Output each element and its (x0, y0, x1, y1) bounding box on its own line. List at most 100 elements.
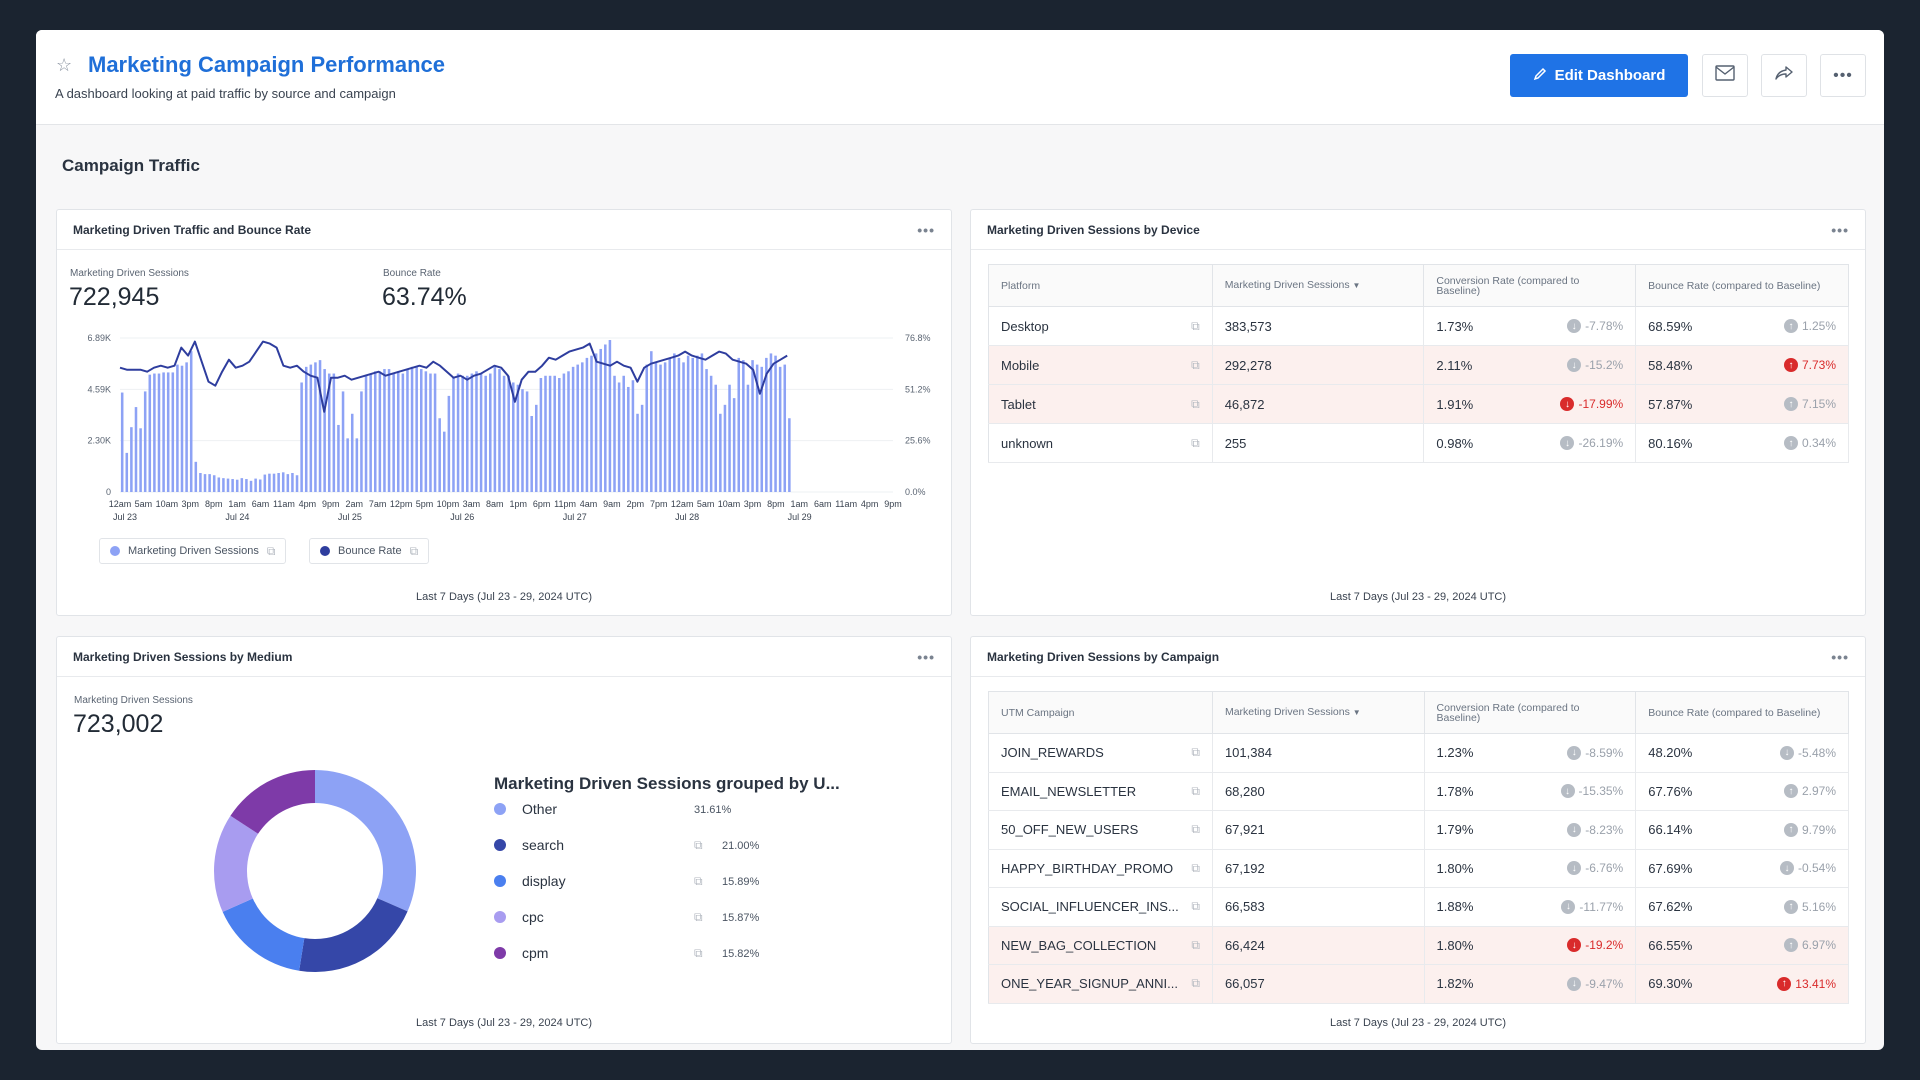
drill-icon[interactable]: ⧉ (1191, 976, 1200, 991)
date-tick-label: Jul 29 (788, 512, 812, 522)
bar-sessions (516, 384, 520, 492)
row-name: Desktop (1001, 318, 1049, 334)
x-tick-label: 1am (791, 499, 809, 509)
column-header[interactable]: UTM Campaign (988, 691, 1213, 734)
donut-legend-item[interactable]: cpm (494, 945, 548, 961)
sort-desc-icon[interactable]: ▼ (1353, 281, 1361, 290)
column-header[interactable]: Marketing Driven Sessions ▼ (1212, 691, 1425, 734)
drill-icon[interactable]: ⧉ (1191, 861, 1200, 876)
share-button[interactable] (1761, 54, 1807, 97)
table-header-row: UTM Campaign Marketing Driven Sessions ▼ C… (988, 691, 1849, 734)
down-arrow-icon: ↓ (1560, 397, 1575, 411)
bar-sessions (627, 386, 630, 492)
table-row[interactable]: NEW_BAG_COLLECTION ⧉ 66,424 1.80% ↓ -19.2% … (988, 926, 1849, 965)
bar-sessions (475, 371, 478, 492)
drill-icon[interactable]: ⧉ (1191, 784, 1200, 799)
donut-slice-display[interactable] (222, 898, 305, 971)
bar-sessions (571, 366, 575, 492)
bar-sessions (139, 428, 142, 492)
pencil-icon (1533, 67, 1547, 85)
table-row[interactable]: Mobile ⧉ 292,278 2.11% ↓ -15.2% 58.48% ↑ 7.73… (988, 345, 1849, 385)
bar-sessions (769, 353, 773, 492)
bar-sessions (604, 344, 607, 492)
row-name: Tablet (1001, 396, 1036, 412)
card-menu-icon[interactable]: ••• (917, 222, 935, 238)
drill-icon[interactable]: ⧉ (694, 838, 703, 853)
donut-slice-cpc[interactable] (214, 815, 259, 912)
column-header[interactable]: Bounce Rate (compared to Baseline) (1635, 691, 1849, 734)
bounce-delta: ↓ -5.48% (1779, 745, 1836, 760)
column-header[interactable]: Platform (988, 264, 1213, 307)
column-header[interactable]: Conversion Rate (compared to Baseline) (1423, 264, 1637, 307)
conversion-delta: ↓ -8.23% (1567, 822, 1623, 837)
campaign-card: Marketing Driven Sessions by Campaign ••… (970, 636, 1866, 1044)
star-icon[interactable]: ☆ (56, 55, 72, 76)
drill-icon[interactable]: ⧉ (1191, 319, 1200, 334)
x-tick-label: 5am (135, 499, 153, 509)
x-tick-label: 12am (671, 499, 694, 509)
column-header[interactable]: Conversion Rate (compared to Baseline) (1424, 691, 1637, 734)
donut-slice-Other[interactable] (315, 770, 416, 912)
table-row[interactable]: 50_OFF_NEW_USERS ⧉ 67,921 1.79% ↓ -8.23% 66… (988, 810, 1849, 850)
more-options-button[interactable]: ••• (1820, 54, 1866, 97)
bar-sessions (489, 373, 492, 492)
drill-icon[interactable]: ⧉ (410, 544, 419, 559)
bar-sessions (254, 478, 257, 492)
bar-sessions (581, 362, 584, 492)
table-row[interactable]: SOCIAL_INFLUENCER_INS... ⧉ 66,583 1.88% ↓ -… (988, 887, 1849, 927)
device-table: Platform Marketing Driven Sessions ▼ Conve… (988, 264, 1849, 463)
column-header[interactable]: Bounce Rate (compared to Baseline) (1635, 264, 1849, 307)
drill-icon[interactable]: ⧉ (1191, 745, 1200, 760)
card-menu-icon[interactable]: ••• (1831, 649, 1849, 665)
bar-sessions (585, 357, 589, 492)
drill-icon[interactable]: ⧉ (1191, 358, 1200, 373)
donut-legend-item[interactable]: cpc (494, 909, 544, 925)
drill-icon[interactable]: ⧉ (694, 946, 703, 961)
kpi-sessions-value: 722,945 (69, 283, 160, 311)
bar-sessions (479, 373, 483, 492)
donut-legend-item[interactable]: display (494, 873, 566, 889)
conversion-delta: ↓ -17.99% (1560, 397, 1623, 411)
drill-icon[interactable]: ⧉ (1191, 822, 1200, 837)
drill-icon[interactable]: ⧉ (1191, 899, 1200, 914)
down-arrow-icon: ↓ (1567, 319, 1582, 333)
drill-icon[interactable]: ⧉ (267, 544, 276, 559)
bounce-delta: ↑ 0.34% (1783, 436, 1836, 450)
email-button[interactable] (1702, 54, 1748, 97)
donut-slice-search[interactable] (299, 898, 408, 972)
sessions-cell: 46,872 (1212, 384, 1425, 424)
donut-legend-item[interactable]: search (494, 837, 564, 853)
sort-desc-icon[interactable]: ▼ (1353, 708, 1361, 717)
drill-icon[interactable]: ⧉ (694, 910, 703, 925)
bar-sessions (369, 373, 372, 492)
drill-icon[interactable]: ⧉ (694, 874, 703, 889)
bar-sessions (295, 475, 299, 492)
x-tick-label: 12am (109, 499, 132, 509)
table-row[interactable]: Tablet ⧉ 46,872 1.91% ↓ -17.99% 57.87% ↑ 7.15… (988, 384, 1849, 424)
donut-legend-item[interactable]: Other (494, 801, 557, 817)
x-tick-label: 8pm (767, 499, 785, 509)
card-menu-icon[interactable]: ••• (1831, 222, 1849, 238)
table-row[interactable]: Desktop ⧉ 383,573 1.73% ↓ -7.78% 68.59% ↑ 1.2… (988, 306, 1849, 346)
drill-icon[interactable]: ⧉ (1191, 397, 1200, 412)
table-row[interactable]: EMAIL_NEWSLETTER ⧉ 68,280 1.78% ↓ -15.35% 6… (988, 772, 1849, 811)
sessions-cell: 66,424 (1212, 926, 1425, 965)
bar-sessions (668, 357, 671, 492)
conversion-rate: 1.78% (1436, 783, 1474, 799)
column-header[interactable]: Marketing Driven Sessions ▼ (1212, 264, 1425, 307)
table-row[interactable]: HAPPY_BIRTHDAY_PROMO ⧉ 67,192 1.80% ↓ -6.76… (988, 849, 1849, 888)
drill-icon[interactable]: ⧉ (1191, 436, 1200, 451)
bar-sessions (263, 474, 267, 492)
bar-sessions (438, 418, 441, 492)
table-row[interactable]: unknown ⧉ 255 0.98% ↓ -26.19% 80.16% ↑ 0.34% (988, 423, 1849, 463)
legend-item-bounce[interactable]: Bounce Rate ⧉ (309, 538, 430, 564)
drill-icon[interactable]: ⧉ (1191, 938, 1200, 953)
bar-sessions (783, 364, 787, 492)
bar-sessions (143, 391, 147, 492)
table-row[interactable]: ONE_YEAR_SIGNUP_ANNI... ⧉ 66,057 1.82% ↓ -9… (988, 964, 1849, 1004)
card-menu-icon[interactable]: ••• (917, 649, 935, 665)
legend-item-sessions[interactable]: Marketing Driven Sessions ⧉ (99, 538, 287, 564)
bar-sessions (314, 362, 317, 492)
edit-dashboard-button[interactable]: Edit Dashboard (1510, 54, 1688, 97)
table-row[interactable]: JOIN_REWARDS ⧉ 101,384 1.23% ↓ -8.59% 48.20… (988, 733, 1849, 773)
